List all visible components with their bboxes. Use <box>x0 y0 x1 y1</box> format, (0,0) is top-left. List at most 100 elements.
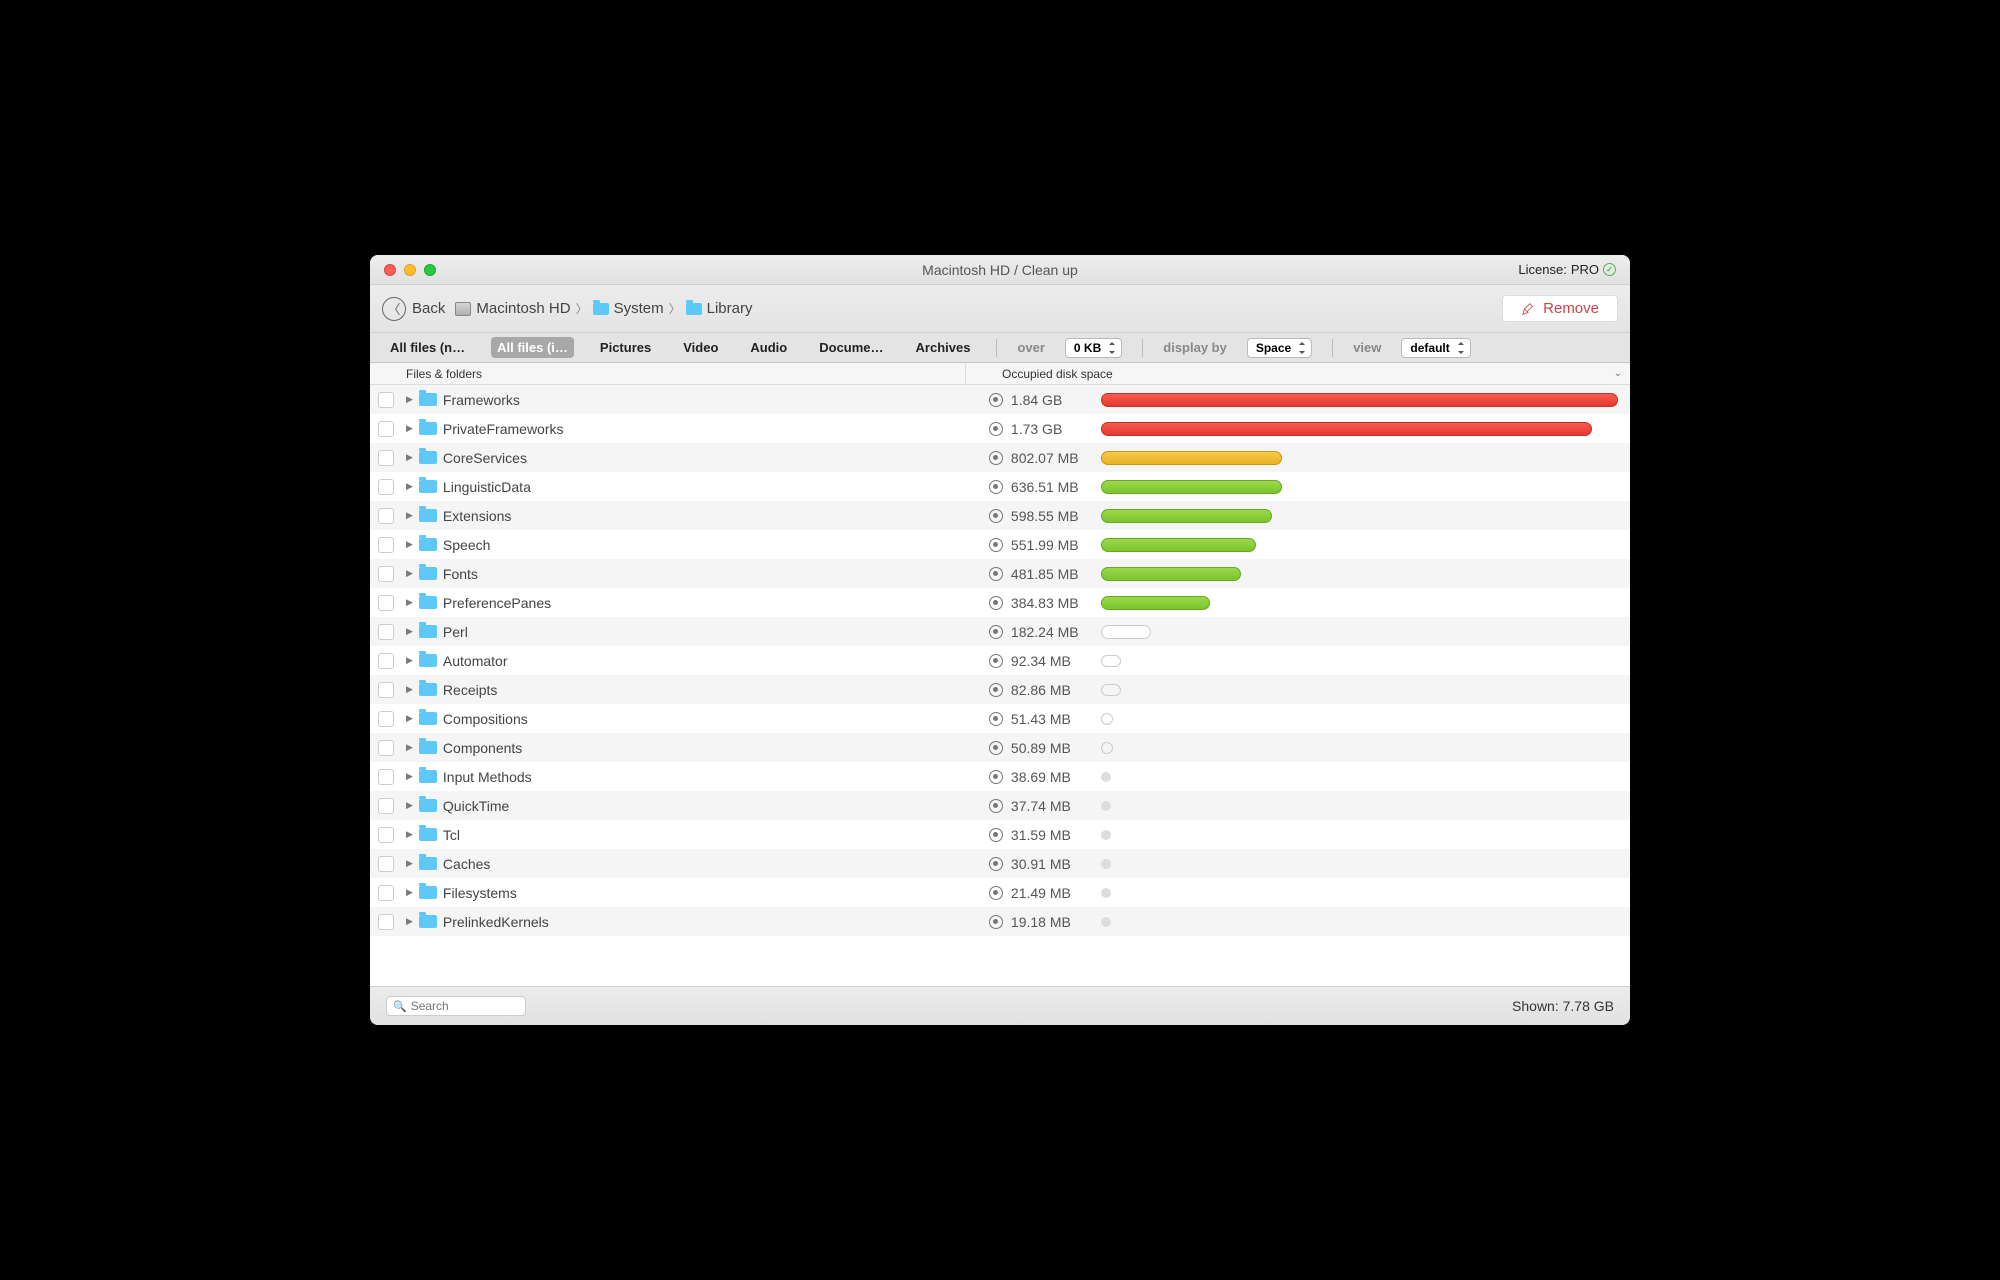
target-icon[interactable] <box>989 770 1003 784</box>
disclosure-triangle-icon[interactable]: ▶ <box>406 742 413 753</box>
table-row[interactable]: ▶CoreServices802.07 MB <box>370 443 1630 472</box>
disclosure-triangle-icon[interactable]: ▶ <box>406 423 413 434</box>
target-icon[interactable] <box>989 625 1003 639</box>
filter-tab[interactable]: Docume… <box>813 337 889 358</box>
target-icon[interactable] <box>989 886 1003 900</box>
table-row[interactable]: ▶PrelinkedKernels19.18 MB <box>370 907 1630 936</box>
table-row[interactable]: ▶Caches30.91 MB <box>370 849 1630 878</box>
row-checkbox[interactable] <box>378 711 394 727</box>
row-checkbox[interactable] <box>378 421 394 437</box>
table-row[interactable]: ▶Automator92.34 MB <box>370 646 1630 675</box>
table-row[interactable]: ▶Frameworks1.84 GB <box>370 385 1630 414</box>
table-row[interactable]: ▶Tcl31.59 MB <box>370 820 1630 849</box>
row-checkbox[interactable] <box>378 885 394 901</box>
remove-button[interactable]: Remove <box>1502 295 1618 322</box>
table-row[interactable]: ▶Perl182.24 MB <box>370 617 1630 646</box>
target-icon[interactable] <box>989 393 1003 407</box>
disclosure-triangle-icon[interactable]: ▶ <box>406 771 413 782</box>
row-checkbox[interactable] <box>378 682 394 698</box>
disclosure-triangle-icon[interactable]: ▶ <box>406 829 413 840</box>
filter-tab[interactable]: Audio <box>744 337 793 358</box>
close-button[interactable] <box>384 264 396 276</box>
filter-tab[interactable]: Pictures <box>594 337 657 358</box>
disclosure-triangle-icon[interactable]: ▶ <box>406 626 413 637</box>
row-checkbox[interactable] <box>378 479 394 495</box>
filter-tab[interactable]: All files (n… <box>384 337 471 358</box>
row-checkbox[interactable] <box>378 798 394 814</box>
folder-icon <box>419 712 437 725</box>
row-checkbox[interactable] <box>378 914 394 930</box>
row-checkbox[interactable] <box>378 769 394 785</box>
file-list[interactable]: ▶Frameworks1.84 GB▶PrivateFrameworks1.73… <box>370 385 1630 987</box>
target-icon[interactable] <box>989 741 1003 755</box>
disclosure-triangle-icon[interactable]: ▶ <box>406 684 413 695</box>
table-row[interactable]: ▶PrivateFrameworks1.73 GB <box>370 414 1630 443</box>
disclosure-triangle-icon[interactable]: ▶ <box>406 800 413 811</box>
target-icon[interactable] <box>989 683 1003 697</box>
filter-tab[interactable]: Video <box>677 337 724 358</box>
disclosure-triangle-icon[interactable]: ▶ <box>406 713 413 724</box>
table-row[interactable]: ▶PreferencePanes384.83 MB <box>370 588 1630 617</box>
search-field[interactable]: 🔍 <box>386 996 526 1016</box>
table-row[interactable]: ▶Fonts481.85 MB <box>370 559 1630 588</box>
target-icon[interactable] <box>989 509 1003 523</box>
table-row[interactable]: ▶Compositions51.43 MB <box>370 704 1630 733</box>
row-checkbox[interactable] <box>378 653 394 669</box>
table-row[interactable]: ▶Receipts82.86 MB <box>370 675 1630 704</box>
disclosure-triangle-icon[interactable]: ▶ <box>406 655 413 666</box>
target-icon[interactable] <box>989 567 1003 581</box>
row-checkbox[interactable] <box>378 595 394 611</box>
row-checkbox[interactable] <box>378 508 394 524</box>
table-row[interactable]: ▶Extensions598.55 MB <box>370 501 1630 530</box>
disclosure-triangle-icon[interactable]: ▶ <box>406 858 413 869</box>
filter-tab[interactable]: Archives <box>910 337 977 358</box>
target-icon[interactable] <box>989 857 1003 871</box>
table-row[interactable]: ▶Speech551.99 MB <box>370 530 1630 559</box>
row-checkbox[interactable] <box>378 392 394 408</box>
target-icon[interactable] <box>989 654 1003 668</box>
back-button[interactable]: 〈 Back <box>382 297 445 321</box>
row-checkbox[interactable] <box>378 740 394 756</box>
target-icon[interactable] <box>989 712 1003 726</box>
maximize-button[interactable] <box>424 264 436 276</box>
target-icon[interactable] <box>989 596 1003 610</box>
header-files[interactable]: Files & folders <box>370 363 966 384</box>
table-row[interactable]: ▶Filesystems21.49 MB <box>370 878 1630 907</box>
row-checkbox[interactable] <box>378 827 394 843</box>
search-input[interactable] <box>411 999 519 1013</box>
view-select[interactable]: default <box>1401 338 1470 358</box>
row-checkbox[interactable] <box>378 450 394 466</box>
row-checkbox[interactable] <box>378 856 394 872</box>
target-icon[interactable] <box>989 915 1003 929</box>
minimize-button[interactable] <box>404 264 416 276</box>
disclosure-triangle-icon[interactable]: ▶ <box>406 394 413 405</box>
breadcrumb-item[interactable]: Macintosh HD <box>476 300 570 317</box>
table-row[interactable]: ▶Input Methods38.69 MB <box>370 762 1630 791</box>
target-icon[interactable] <box>989 451 1003 465</box>
filter-tab[interactable]: All files (i… <box>491 337 574 358</box>
disclosure-triangle-icon[interactable]: ▶ <box>406 452 413 463</box>
display-by-select[interactable]: Space <box>1247 338 1312 358</box>
over-select[interactable]: 0 KB <box>1065 338 1122 358</box>
disclosure-triangle-icon[interactable]: ▶ <box>406 481 413 492</box>
row-checkbox[interactable] <box>378 537 394 553</box>
row-checkbox[interactable] <box>378 624 394 640</box>
target-icon[interactable] <box>989 422 1003 436</box>
target-icon[interactable] <box>989 538 1003 552</box>
header-space[interactable]: Occupied disk space ⌄ <box>966 363 1630 384</box>
breadcrumb-item[interactable]: System <box>614 300 664 317</box>
disclosure-triangle-icon[interactable]: ▶ <box>406 510 413 521</box>
row-checkbox[interactable] <box>378 566 394 582</box>
target-icon[interactable] <box>989 799 1003 813</box>
disclosure-triangle-icon[interactable]: ▶ <box>406 568 413 579</box>
target-icon[interactable] <box>989 480 1003 494</box>
table-row[interactable]: ▶QuickTime37.74 MB <box>370 791 1630 820</box>
table-row[interactable]: ▶LinguisticData636.51 MB <box>370 472 1630 501</box>
target-icon[interactable] <box>989 828 1003 842</box>
disclosure-triangle-icon[interactable]: ▶ <box>406 597 413 608</box>
disclosure-triangle-icon[interactable]: ▶ <box>406 887 413 898</box>
breadcrumb-item[interactable]: Library <box>707 300 753 317</box>
table-row[interactable]: ▶Components50.89 MB <box>370 733 1630 762</box>
disclosure-triangle-icon[interactable]: ▶ <box>406 539 413 550</box>
disclosure-triangle-icon[interactable]: ▶ <box>406 916 413 927</box>
